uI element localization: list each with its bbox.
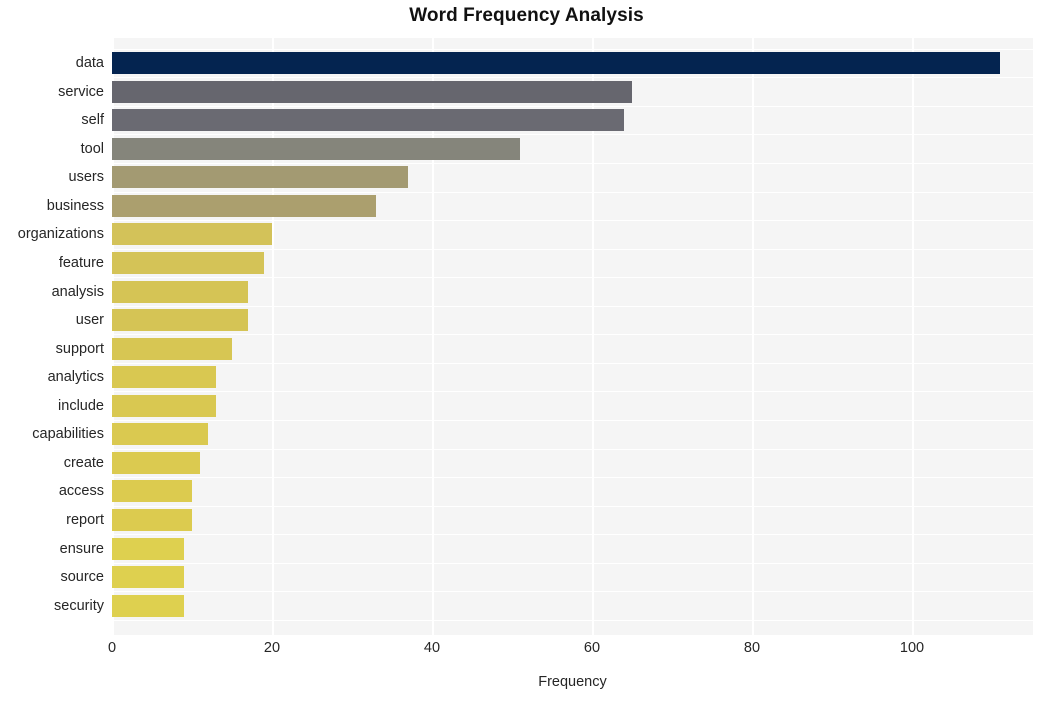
y-tick-label-feature: feature	[58, 255, 104, 271]
y-tick-label-analysis: analysis	[51, 284, 104, 300]
gridline-horizontal	[112, 220, 1033, 222]
y-tick-label-access: access	[58, 483, 104, 499]
gridline-horizontal	[112, 106, 1033, 108]
x-axis: 0 20 40 60 80 100	[0, 640, 1053, 664]
gridline-horizontal	[112, 77, 1033, 79]
y-axis: data service self tool users business organiza…	[0, 38, 104, 635]
bar-report	[112, 509, 192, 531]
gridline-horizontal	[112, 277, 1033, 279]
y-tick-label-tool: tool	[80, 141, 104, 157]
gridline-horizontal	[112, 163, 1033, 165]
bar-source	[112, 566, 184, 588]
y-tick-label-ensure: ensure	[59, 541, 104, 557]
y-tick-label-create: create	[63, 455, 104, 471]
y-tick-label-support: support	[55, 341, 104, 357]
y-tick-label-security: security	[54, 598, 104, 614]
bar-data	[112, 52, 1000, 74]
gridline-horizontal	[112, 620, 1033, 622]
bar-users	[112, 166, 408, 188]
bar-feature	[112, 252, 264, 274]
y-tick-label-include: include	[58, 398, 104, 414]
bar-analysis	[112, 281, 248, 303]
page-title: Word Frequency Analysis	[409, 5, 644, 26]
bar-analytics	[112, 366, 216, 388]
plot-area	[112, 38, 1033, 635]
gridline-horizontal	[112, 306, 1033, 308]
bar-user	[112, 309, 248, 331]
gridline-vertical	[912, 38, 914, 635]
bar-business	[112, 195, 376, 217]
gridline-horizontal	[112, 49, 1033, 51]
x-tick-label-20: 20	[263, 640, 281, 656]
bar-include	[112, 395, 216, 417]
bar-capabilities	[112, 423, 208, 445]
bar-ensure	[112, 538, 184, 560]
gridline-horizontal	[112, 192, 1033, 194]
y-tick-label-service: service	[58, 84, 104, 100]
bar-access	[112, 480, 192, 502]
y-tick-label-user: user	[75, 312, 104, 328]
gridline-vertical	[752, 38, 754, 635]
x-axis-title: Frequency	[538, 674, 607, 690]
bar-support	[112, 338, 232, 360]
y-tick-label-self: self	[81, 112, 104, 128]
y-tick-label-organizations: organizations	[17, 226, 104, 242]
x-tick-label-80: 80	[743, 640, 761, 656]
gridline-horizontal	[112, 391, 1033, 393]
y-tick-label-report: report	[66, 512, 104, 528]
y-tick-label-analytics: analytics	[47, 369, 104, 385]
gridline-horizontal	[112, 449, 1033, 451]
bar-service	[112, 81, 632, 103]
x-tick-label-0: 0	[107, 640, 117, 656]
gridline-horizontal	[112, 534, 1033, 536]
y-tick-label-business: business	[46, 198, 104, 214]
y-tick-label-capabilities: capabilities	[32, 426, 104, 442]
gridline-horizontal	[112, 591, 1033, 593]
gridline-horizontal	[112, 334, 1033, 336]
x-tick-label-60: 60	[583, 640, 601, 656]
gridline-horizontal	[112, 563, 1033, 565]
word-frequency-chart: Word Frequency Analysis data service self t…	[0, 0, 1053, 701]
x-tick-label-100: 100	[899, 640, 925, 656]
gridline-horizontal	[112, 134, 1033, 136]
bar-create	[112, 452, 200, 474]
gridline-horizontal	[112, 420, 1033, 422]
bar-organizations	[112, 223, 272, 245]
gridline-horizontal	[112, 477, 1033, 479]
y-tick-label-users: users	[68, 169, 104, 185]
gridline-horizontal	[112, 363, 1033, 365]
bar-tool	[112, 138, 520, 160]
bar-security	[112, 595, 184, 617]
gridline-horizontal	[112, 249, 1033, 251]
y-tick-label-source: source	[60, 569, 104, 585]
y-tick-label-data: data	[75, 55, 104, 71]
bar-self	[112, 109, 624, 131]
x-tick-label-40: 40	[423, 640, 441, 656]
gridline-horizontal	[112, 506, 1033, 508]
